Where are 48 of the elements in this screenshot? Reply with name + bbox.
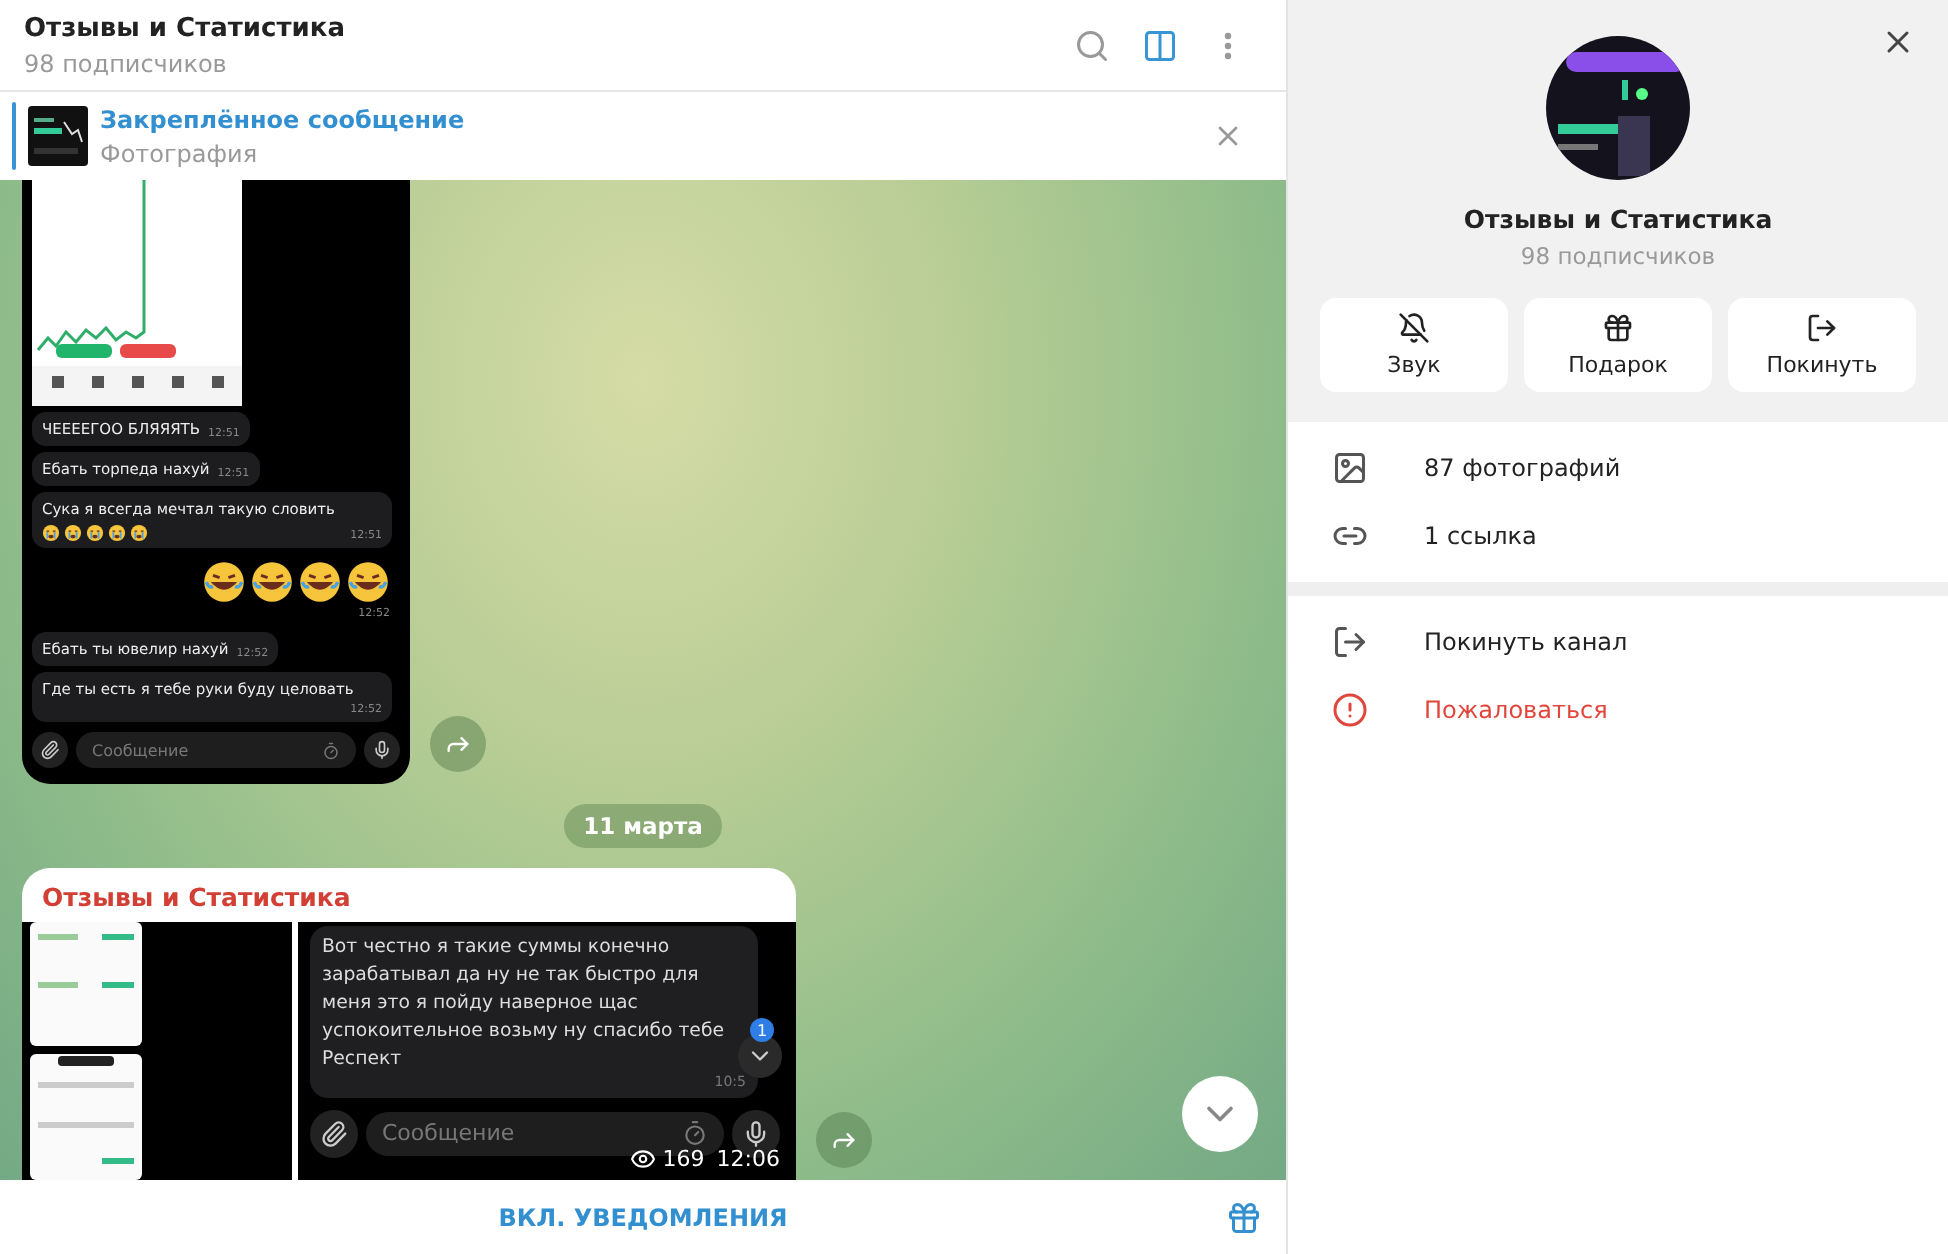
- crying-emoji-icon: [64, 524, 82, 542]
- date-label: 11 марта: [563, 804, 723, 848]
- laughing-emoji-icon: [346, 560, 390, 604]
- pinned-message-subtitle: Фотография: [100, 139, 260, 167]
- unread-badge: 1: [750, 1018, 774, 1042]
- crying-emoji-icon: [108, 524, 126, 542]
- exit-icon: [1806, 312, 1838, 344]
- forward-button[interactable]: [816, 1112, 872, 1168]
- scroll-down-button[interactable]: [1182, 1076, 1258, 1152]
- image-icon: [1332, 450, 1368, 486]
- muted-bell-icon: [1398, 312, 1430, 344]
- info-item-label: 1 ссылка: [1424, 522, 1537, 550]
- info-item[interactable]: 87 фотографий: [1288, 434, 1948, 502]
- action-item[interactable]: Покинуть канал: [1288, 608, 1948, 676]
- panel-icon: [1142, 27, 1178, 63]
- microphone-icon: [364, 732, 400, 768]
- crying-emoji-icon: [86, 524, 104, 542]
- search-icon: [1074, 27, 1110, 63]
- alert-icon: [1332, 692, 1368, 728]
- eye-icon: [630, 1146, 657, 1172]
- subscriber-count: 98 подписчиков: [24, 49, 229, 77]
- sound-button[interactable]: Звук: [1320, 298, 1508, 392]
- leave-button[interactable]: Покинуть: [1728, 298, 1916, 392]
- info-item-label: 87 фотографий: [1424, 454, 1621, 482]
- laughing-emoji-icon: [202, 560, 246, 604]
- exit-icon: [1332, 624, 1368, 660]
- attach-icon: [310, 1110, 358, 1158]
- crying-emoji-icon: [42, 524, 60, 542]
- action-item-label: Пожаловаться: [1424, 696, 1608, 724]
- gift-button[interactable]: [1226, 1200, 1262, 1236]
- gift-icon: [1602, 312, 1634, 344]
- timer-icon: [322, 741, 340, 759]
- forward-button[interactable]: [430, 716, 486, 772]
- channel-name: Отзывы и Статистика: [1463, 204, 1773, 234]
- action-item[interactable]: Пожаловаться: [1288, 676, 1948, 744]
- attach-icon: [32, 732, 68, 768]
- info-item[interactable]: 1 ссылка: [1288, 502, 1948, 570]
- laughing-emoji-icon: [250, 560, 294, 604]
- screenshot-message-text: Вот честно я такие суммы конечно зарабатывал да ну не так быстро для меня это я пойду наверное щас успокоительное возьму ну спасибо тебе Респект: [322, 934, 726, 1074]
- crying-emoji-icon: [130, 524, 148, 542]
- action-item-label: Покинуть канал: [1424, 628, 1628, 656]
- menu-icon: [1224, 31, 1232, 59]
- laughing-emoji-icon: [298, 560, 342, 604]
- gift-button[interactable]: Подарок: [1524, 298, 1712, 392]
- channel-title: Отзывы и Статистика: [24, 13, 347, 43]
- subscriber-count: 98 подписчиков: [1520, 242, 1716, 270]
- timer-icon: [682, 1120, 708, 1147]
- post-author: Отзывы и Статистика: [40, 880, 353, 916]
